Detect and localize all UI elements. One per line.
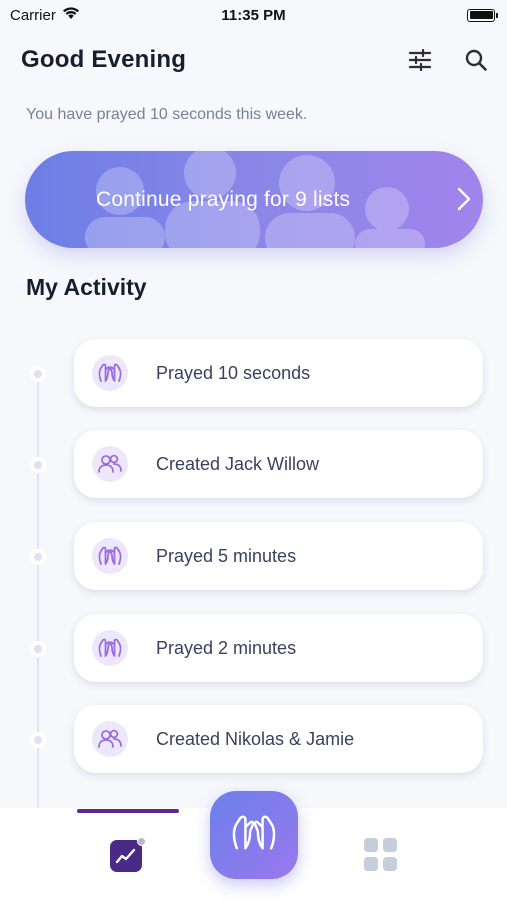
people-icon bbox=[92, 446, 128, 482]
status-bar: Carrier 11:35 PM bbox=[0, 0, 507, 30]
timeline-dot bbox=[30, 641, 46, 657]
people-icon bbox=[92, 721, 128, 757]
timeline-dot bbox=[30, 549, 46, 565]
list-item: Created Nikolas & Jamie bbox=[0, 705, 507, 773]
timeline-dot bbox=[30, 732, 46, 748]
grid-icon[interactable] bbox=[363, 837, 398, 872]
page-title: Good Evening bbox=[21, 46, 187, 73]
list-item: Prayed 5 minutes bbox=[0, 522, 507, 590]
activity-label: Prayed 10 seconds bbox=[156, 362, 311, 383]
notification-dot bbox=[137, 837, 146, 846]
praying-hands-icon bbox=[92, 538, 128, 574]
activity-card[interactable]: Prayed 5 minutes bbox=[74, 522, 483, 590]
activity-label: Prayed 2 minutes bbox=[156, 637, 297, 658]
list-item: Created Jack Willow bbox=[0, 430, 507, 498]
activity-card[interactable]: Created Nikolas & Jamie bbox=[74, 705, 483, 773]
chevron-right-icon bbox=[457, 187, 471, 216]
activity-label: Created Nikolas & Jamie bbox=[156, 728, 355, 749]
weekly-summary: You have prayed 10 seconds this week. bbox=[26, 106, 308, 123]
battery-icon bbox=[467, 8, 498, 22]
praying-hands-icon bbox=[224, 812, 284, 859]
continue-praying-banner[interactable]: Continue praying for 9 lists bbox=[25, 151, 483, 248]
timeline-dot bbox=[30, 457, 46, 473]
sliders-icon[interactable] bbox=[407, 47, 433, 73]
section-title: My Activity bbox=[26, 274, 147, 300]
praying-hands-icon bbox=[92, 355, 128, 391]
activity-label: Prayed 5 minutes bbox=[156, 545, 297, 566]
praying-hands-icon bbox=[92, 630, 128, 666]
activity-card[interactable]: Prayed 10 seconds bbox=[74, 339, 483, 407]
activity-card[interactable]: Created Jack Willow bbox=[74, 430, 483, 498]
activity-chart-icon[interactable] bbox=[110, 837, 146, 872]
list-item: Prayed 2 minutes bbox=[0, 614, 507, 682]
active-tab-indicator bbox=[77, 809, 179, 813]
status-time: 11:35 PM bbox=[221, 6, 286, 24]
activity-card[interactable]: Prayed 2 minutes bbox=[74, 614, 483, 682]
pray-button[interactable] bbox=[210, 791, 298, 879]
banner-label: Continue praying for 9 lists bbox=[96, 187, 351, 211]
header: Good Evening bbox=[21, 42, 489, 78]
search-icon[interactable] bbox=[463, 47, 489, 73]
activity-label: Created Jack Willow bbox=[156, 453, 320, 474]
list-item: Prayed 10 seconds bbox=[0, 339, 507, 407]
timeline-dot bbox=[30, 366, 46, 382]
